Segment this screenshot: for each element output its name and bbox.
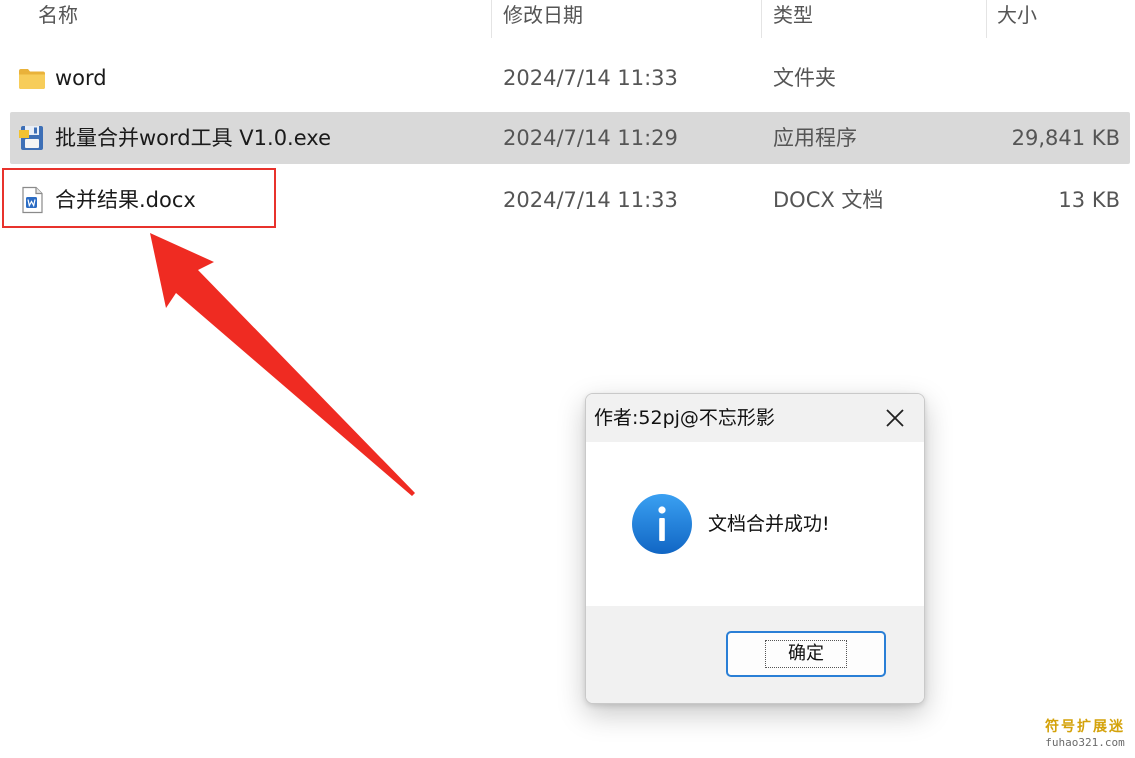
application-icon [19, 126, 43, 150]
close-icon [886, 409, 904, 427]
file-type: 应用程序 [773, 126, 857, 150]
watermark: 符号扩展迷 fuhao321.com [1045, 718, 1125, 750]
file-modified: 2024/7/14 11:29 [503, 126, 678, 150]
column-header-type[interactable]: 类型 [773, 2, 813, 28]
highlight-box [2, 168, 276, 228]
column-divider[interactable] [986, 0, 987, 38]
dialog-message: 文档合并成功! [708, 513, 830, 535]
column-divider[interactable] [761, 0, 762, 38]
folder-icon [19, 69, 45, 89]
file-row-word-folder[interactable]: word 2024/7/14 11:33 文件夹 [10, 52, 1130, 104]
watermark-domain: fuhao321.com [1045, 736, 1125, 749]
ok-button-label: 确定 [765, 640, 847, 668]
file-modified: 2024/7/14 11:33 [503, 66, 678, 90]
info-icon [632, 494, 692, 554]
file-size: 29,841 KB [1011, 126, 1120, 150]
column-header-row: 名称 修改日期 类型 大小 [0, 0, 1135, 38]
watermark-brand: 符号扩展迷 [1045, 719, 1125, 735]
message-dialog: 作者:52pj@不忘形影 文档合并成功! 确定 [585, 393, 925, 704]
dialog-body: 文档合并成功! [586, 442, 924, 606]
file-size: 13 KB [1058, 188, 1120, 212]
file-name: word [55, 66, 107, 90]
dialog-title: 作者:52pj@不忘形影 [594, 407, 775, 429]
file-type: 文件夹 [773, 66, 836, 90]
column-header-modified[interactable]: 修改日期 [503, 2, 583, 28]
dialog-footer: 确定 [586, 606, 924, 703]
column-header-name[interactable]: 名称 [38, 2, 78, 28]
file-type: DOCX 文档 [773, 188, 884, 212]
close-button[interactable] [880, 403, 910, 433]
dialog-titlebar[interactable]: 作者:52pj@不忘形影 [586, 394, 924, 442]
file-row-exe[interactable]: 批量合并word工具 V1.0.exe 2024/7/14 11:29 应用程序… [10, 112, 1130, 164]
ok-button[interactable]: 确定 [726, 631, 886, 677]
file-modified: 2024/7/14 11:33 [503, 188, 678, 212]
column-divider[interactable] [491, 0, 492, 38]
file-name: 批量合并word工具 V1.0.exe [55, 126, 331, 150]
column-header-size[interactable]: 大小 [997, 2, 1037, 28]
